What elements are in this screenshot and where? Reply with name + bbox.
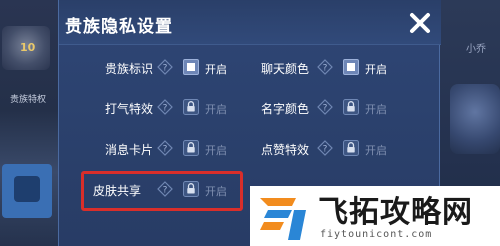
setting-label-name-color: 名字颜色 <box>261 102 310 116</box>
svg-text:?: ? <box>163 64 168 74</box>
svg-text:?: ? <box>163 104 168 114</box>
watermark-title: 飞拓攻略网 <box>316 187 475 231</box>
noble-level: 10 <box>20 41 36 54</box>
game-screen: 10 贵族特权 小乔 贵族隐私设置 贵族标识 ? 开启 打气特效 ? 开启 消息… <box>0 0 500 246</box>
lock-icon <box>343 99 359 115</box>
help-icon[interactable]: ? <box>157 140 173 156</box>
lock-icon <box>343 140 359 156</box>
watermark-url: fiytounicont.com <box>318 229 435 240</box>
svg-text:?: ? <box>323 64 328 74</box>
svg-text:?: ? <box>323 145 328 155</box>
shirt-icon <box>14 176 40 202</box>
chat-color-state: 开启 <box>365 63 387 76</box>
chat-color-checkbox[interactable] <box>343 59 359 75</box>
lock-icon <box>183 140 199 156</box>
help-icon[interactable]: ? <box>157 59 173 75</box>
hero-portrait <box>450 84 500 154</box>
name-color-state: 开启 <box>365 103 387 116</box>
dialog-header: 贵族隐私设置 <box>59 0 441 45</box>
help-icon[interactable]: ? <box>157 99 173 115</box>
noble-mark-checkbox[interactable] <box>183 59 199 75</box>
cheer-effect-state: 开启 <box>205 103 227 116</box>
like-effect-state: 开启 <box>365 144 387 157</box>
hero-name: 小乔 <box>466 44 486 55</box>
svg-text:?: ? <box>323 104 328 114</box>
help-icon[interactable]: ? <box>317 140 333 156</box>
dialog-title: 贵族隐私设置 <box>65 17 173 37</box>
skin-card <box>2 164 52 218</box>
setting-label-chat-color: 聊天颜色 <box>261 62 310 76</box>
lock-icon <box>183 99 199 115</box>
noble-mark-state: 开启 <box>205 63 227 76</box>
help-icon[interactable]: ? <box>317 59 333 75</box>
help-icon[interactable]: ? <box>317 99 333 115</box>
noble-privilege-label: 贵族特权 <box>9 95 46 105</box>
setting-label-message-card: 消息卡片 <box>105 143 154 157</box>
close-icon[interactable] <box>407 10 433 36</box>
setting-label-cheer-effect: 打气特效 <box>105 102 154 116</box>
svg-text:?: ? <box>163 145 168 155</box>
site-logo-icon <box>260 198 306 240</box>
highlight-frame <box>81 171 243 211</box>
setting-label-noble-mark: 贵族标识 <box>105 62 154 76</box>
message-card-state: 开启 <box>205 144 227 157</box>
setting-label-like-effect: 点赞特效 <box>261 143 310 157</box>
